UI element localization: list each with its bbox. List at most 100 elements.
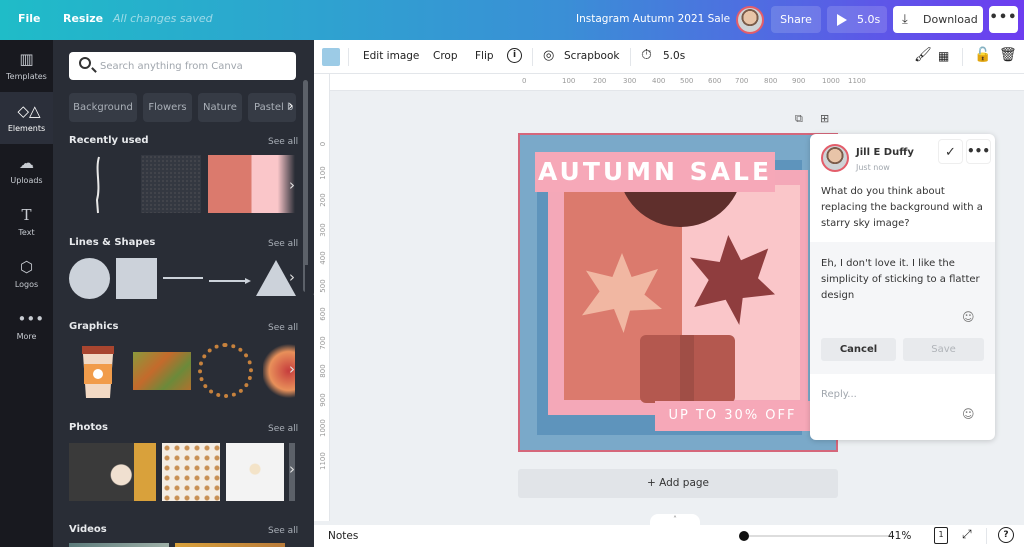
elements-icon: ◇△ <box>17 102 41 120</box>
ruler-tick: 400 <box>319 251 327 265</box>
panel-scrollbar[interactable] <box>303 80 308 292</box>
chip-background[interactable]: Background <box>69 93 137 122</box>
zoom-level[interactable]: 41% <box>888 530 911 542</box>
side-rail: ▥ Templates ◇△ Elements ☁ Uploads T Text… <box>0 40 53 547</box>
reply-edit-box[interactable]: Eh, I don't love it. I like the simplici… <box>810 242 995 374</box>
chevron-right-icon[interactable]: › <box>288 98 294 114</box>
design-offer-text[interactable]: UP TO 30% OFF <box>655 401 810 431</box>
timer-icon: ⏱ <box>641 47 652 63</box>
transparency-icon[interactable]: ▦ <box>938 49 949 63</box>
rail-label: Elements <box>7 124 46 133</box>
photo-leaves-flatlay[interactable] <box>162 443 220 501</box>
reply-input[interactable] <box>821 386 961 402</box>
shape-arrow[interactable] <box>209 272 251 284</box>
chevron-right-icon[interactable]: › <box>289 268 295 286</box>
ruler-tick: 600 <box>708 77 722 85</box>
design-headline[interactable]: AUTUMN SALE <box>535 152 775 192</box>
cancel-button[interactable]: Cancel <box>821 338 896 361</box>
paint-roller-icon[interactable]: 🖌 <box>914 47 932 63</box>
ruler-tick: 800 <box>764 77 778 85</box>
zoom-slider-handle[interactable] <box>739 531 749 541</box>
rail-label: Text <box>18 228 35 237</box>
text-icon: T <box>21 206 32 224</box>
rail-item-logos[interactable]: ⬡ Logos <box>0 248 53 300</box>
reply-draft-text[interactable]: Eh, I don't love it. I like the simplici… <box>821 256 986 304</box>
ruler-tick: 300 <box>623 77 637 85</box>
timing-button[interactable]: 5.0s <box>663 50 685 62</box>
shape-square[interactable] <box>116 258 157 299</box>
divider <box>986 528 987 544</box>
add-page-icon[interactable]: ⊞ <box>820 112 829 125</box>
rail-item-text[interactable]: T Text <box>0 196 53 248</box>
fullscreen-icon[interactable]: ⤢ <box>962 527 972 542</box>
flip-button[interactable]: Flip <box>475 50 494 62</box>
rail-item-elements[interactable]: ◇△ Elements <box>0 92 53 144</box>
rail-item-uploads[interactable]: ☁ Uploads <box>0 144 53 196</box>
search-box[interactable] <box>69 52 296 80</box>
chip-flowers[interactable]: Flowers <box>143 93 192 122</box>
page-count-button[interactable]: 1 <box>934 527 948 544</box>
emoji-icon[interactable]: ☺ <box>962 310 975 324</box>
more-options-button[interactable]: ••• <box>989 6 1018 33</box>
design-page[interactable]: AUTUMN SALE UP TO 30% OFF <box>518 133 838 452</box>
search-input[interactable] <box>100 57 290 75</box>
duplicate-page-icon[interactable]: ⧉ <box>795 112 803 126</box>
section-title-graphics: Graphics <box>69 321 119 332</box>
graphic-polygon-texture[interactable] <box>133 352 191 390</box>
file-menu[interactable]: File <box>18 12 41 25</box>
lock-icon[interactable]: 🔓 <box>974 47 991 63</box>
info-icon[interactable]: i <box>507 48 522 63</box>
resize-menu[interactable]: Resize <box>63 12 103 25</box>
chevron-right-icon[interactable]: › <box>289 460 295 478</box>
notes-button[interactable]: Notes <box>328 530 358 542</box>
shape-circle[interactable] <box>69 258 110 299</box>
photo-hands-coffee[interactable] <box>226 443 284 501</box>
save-button[interactable]: Save <box>903 338 984 361</box>
zoom-slider-track[interactable] <box>739 535 894 537</box>
help-button[interactable]: ? <box>998 527 1014 543</box>
bottom-bar: Notes 41% 1 ⤢ ? <box>314 525 1024 547</box>
ruler-tick: 200 <box>593 77 607 85</box>
color-swatch[interactable] <box>322 48 340 66</box>
see-all-graphics[interactable]: See all <box>268 323 298 333</box>
rail-item-more[interactable]: ••• More <box>0 300 53 352</box>
recent-brush-stroke[interactable] <box>93 155 103 215</box>
add-page-button[interactable]: + Add page <box>518 469 838 498</box>
rail-label: More <box>16 332 37 341</box>
chip-nature[interactable]: Nature <box>198 93 242 122</box>
ruler-tick: 400 <box>652 77 666 85</box>
edit-image-button[interactable]: Edit image <box>363 50 419 62</box>
see-all-recent[interactable]: See all <box>268 137 298 147</box>
video-thumb[interactable] <box>175 543 285 547</box>
scrapbook-button[interactable]: Scrapbook <box>564 50 619 62</box>
chevron-right-icon[interactable]: › <box>289 176 295 194</box>
resolve-check-button[interactable]: ✓ <box>938 139 963 164</box>
design-title[interactable]: Instagram Autumn 2021 Sale <box>576 13 730 25</box>
see-all-photos[interactable]: See all <box>268 424 298 434</box>
download-button[interactable]: ⤓ Download <box>893 6 983 33</box>
templates-icon: ▥ <box>19 50 34 68</box>
ruler-tick: 1000 <box>319 419 327 437</box>
comment-more-button[interactable]: ••• <box>966 139 991 164</box>
play-button[interactable]: 5.0s <box>827 6 887 33</box>
recent-autumn-photo[interactable] <box>208 155 295 213</box>
shape-line[interactable] <box>163 277 203 279</box>
divider <box>630 48 631 66</box>
graphic-autumn-wreath[interactable] <box>198 343 253 398</box>
user-avatar[interactable] <box>736 6 764 34</box>
horizontal-ruler: 0 100 200 300 400 500 600 700 800 900 10… <box>330 74 1024 91</box>
see-all-shapes[interactable]: See all <box>268 239 298 249</box>
crop-button[interactable]: Crop <box>433 50 458 62</box>
trash-icon[interactable]: 🗑 <box>999 47 1017 63</box>
section-title-photos: Photos <box>69 422 108 433</box>
video-thumb[interactable] <box>69 543 169 547</box>
graphic-coffee-cup[interactable] <box>80 342 116 400</box>
recent-texture[interactable] <box>141 155 201 213</box>
emoji-icon[interactable]: ☺ <box>962 407 975 421</box>
rail-item-templates[interactable]: ▥ Templates <box>0 40 53 92</box>
share-button[interactable]: Share <box>771 6 821 33</box>
chevron-right-icon[interactable]: › <box>289 360 295 378</box>
photo-coffee-leaves[interactable] <box>69 443 156 501</box>
vertical-ruler: 0 100 200 300 400 500 600 700 800 900 10… <box>314 74 330 521</box>
see-all-videos[interactable]: See all <box>268 526 298 536</box>
